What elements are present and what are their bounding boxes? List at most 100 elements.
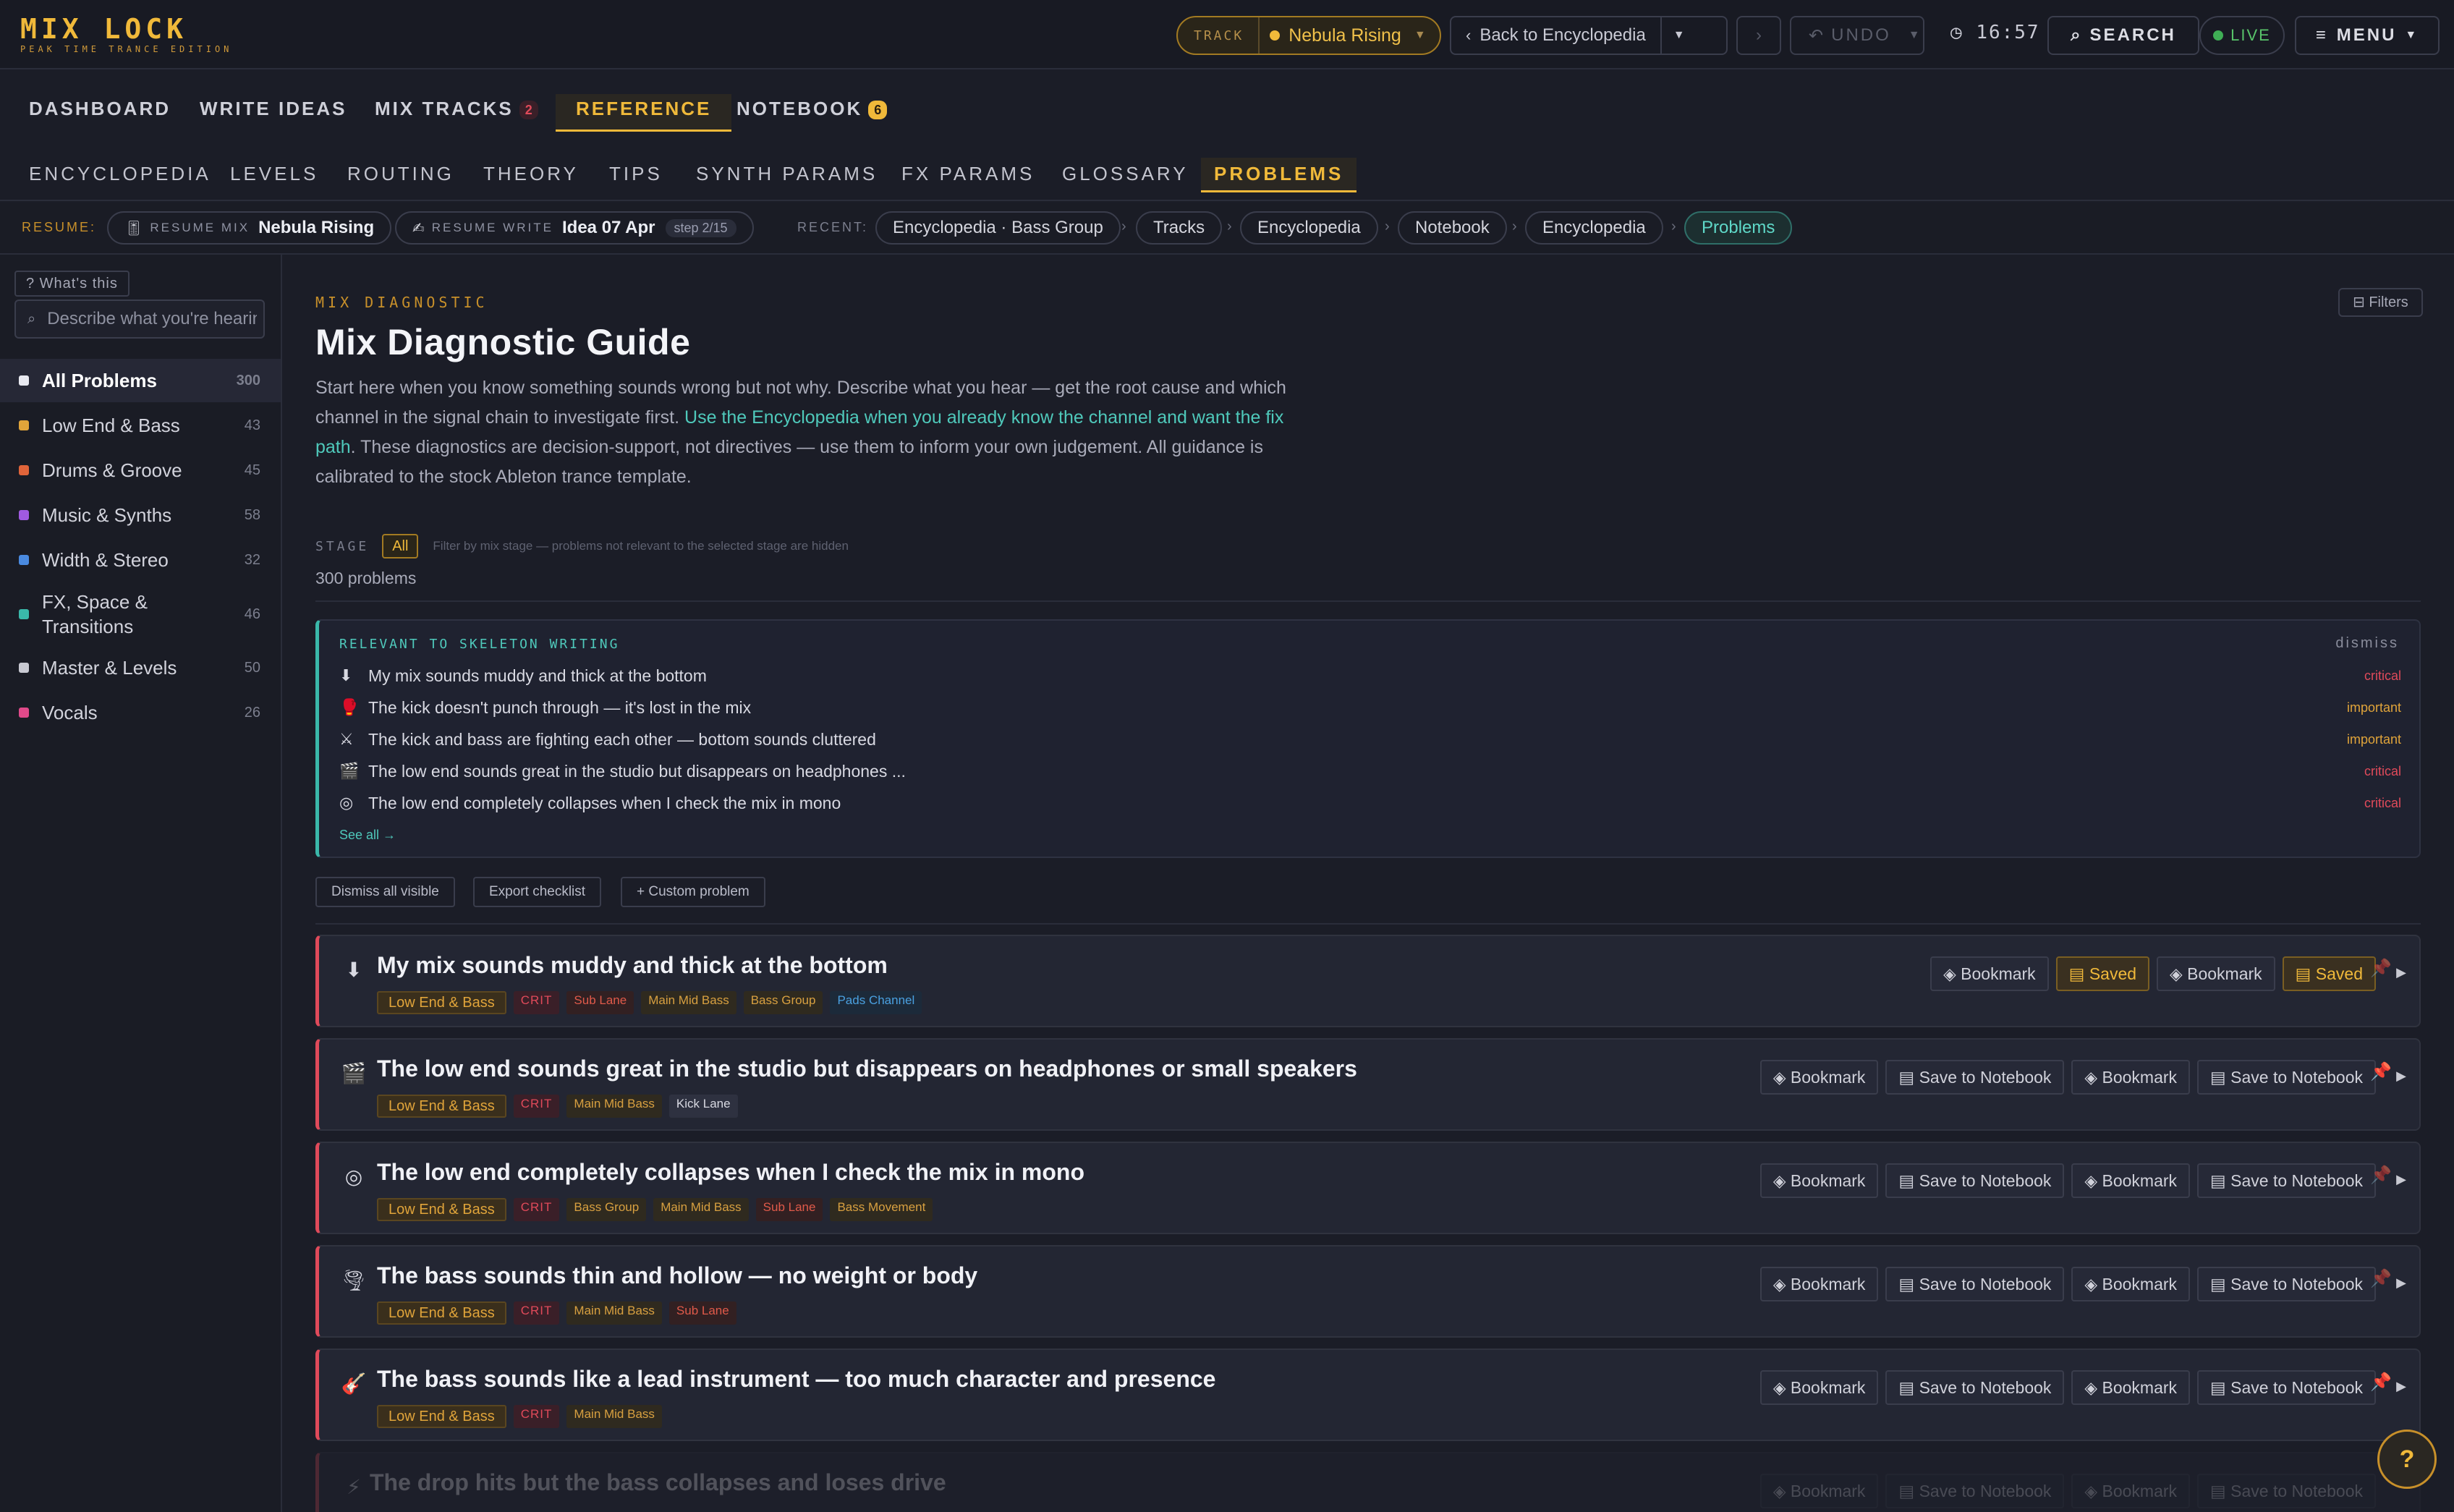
expand-arrow-icon[interactable]: ▶ [2396, 1172, 2406, 1187]
category-swatch [19, 708, 29, 718]
pin-icon[interactable]: 📌 [2370, 1372, 2392, 1393]
recent-link[interactable]: Encyclopedia · Bass Group [875, 211, 1121, 245]
live-toggle[interactable]: LIVE [2199, 16, 2285, 55]
save-to-notebook-button[interactable]: ▤ Save to Notebook [1885, 1474, 2065, 1508]
category-master-levels[interactable]: Master & Levels 50 [0, 645, 281, 690]
tab-dashboard[interactable]: DASHBOARD [29, 94, 171, 132]
subtab-synth-params[interactable]: SYNTH PARAMS [696, 158, 878, 192]
back-button[interactable]: ‹ Back to Encyclopedia ▼ [1450, 16, 1728, 55]
bookmark-button[interactable]: ◈ Bookmark [1759, 1370, 1879, 1405]
pin-icon[interactable]: 📌 [2370, 1268, 2392, 1289]
dismiss-all-button[interactable]: Dismiss all visible [315, 877, 455, 907]
relevant-item[interactable]: ⚔ The kick and bass are fighting each ot… [339, 725, 2401, 754]
save-to-notebook-button[interactable]: ▤ Save to Notebook [2197, 1474, 2376, 1508]
save-to-notebook-button[interactable]: ▤ Save to Notebook [2197, 1267, 2376, 1301]
relevant-item[interactable]: ◎ The low end completely collapses when … [339, 789, 2401, 817]
resume-write-button[interactable]: ✍ RESUME WRITE Idea 07 Apr step 2/15 [395, 211, 754, 245]
filters-button[interactable]: ⊟ Filters [2338, 288, 2423, 317]
expand-arrow-icon[interactable]: ▶ [2396, 1275, 2406, 1291]
recent-link[interactable]: Encyclopedia [1525, 211, 1663, 245]
bookmark-button[interactable]: ◈ Bookmark [1759, 1474, 1879, 1508]
relevant-heading: RELEVANT TO SKELETON WRITING [339, 637, 620, 652]
problem-card[interactable]: 🎸 The bass sounds like a lead instrument… [315, 1349, 2421, 1441]
stage-all-button[interactable]: All [382, 534, 419, 558]
save-to-notebook-button[interactable]: ▤ Save to Notebook [1885, 1060, 2065, 1095]
category-drums-groove[interactable]: Drums & Groove 45 [0, 449, 281, 492]
search-button[interactable]: ⌕ SEARCH [2047, 16, 2199, 55]
pin-icon[interactable]: 📌 [2370, 958, 2392, 979]
track-selector[interactable]: TRACK Nebula Rising ▼ [1176, 16, 1441, 55]
expand-arrow-icon[interactable]: ▶ [2396, 965, 2406, 980]
severity-tag: CRIT [513, 1198, 560, 1221]
saved-button[interactable]: ▤ Saved [2055, 956, 2150, 991]
category-width-stereo[interactable]: Width & Stereo 32 [0, 538, 281, 582]
recent-link[interactable]: Tracks [1136, 211, 1223, 245]
relevant-dismiss-button[interactable]: dismiss [2335, 635, 2399, 652]
bookmark-button[interactable]: ◈ Bookmark [2071, 1060, 2191, 1095]
recent-link[interactable]: Encyclopedia [1240, 211, 1378, 245]
save-to-notebook-button[interactable]: ▤ Save to Notebook [1885, 1267, 2065, 1301]
save-to-notebook-button[interactable]: ▤ Save to Notebook [1885, 1370, 2065, 1405]
bookmark-label: Bookmark [2102, 1275, 2178, 1294]
tab-notebook[interactable]: NOTEBOOK 6 [736, 94, 888, 132]
relevant-item[interactable]: 🥊 The kick doesn't punch through — it's … [339, 693, 2401, 722]
subtab-theory[interactable]: THEORY [483, 158, 579, 192]
recent-link-current[interactable]: Problems [1684, 211, 1793, 245]
custom-problem-button[interactable]: + Custom problem [621, 877, 765, 907]
see-all-link[interactable]: See all → [339, 828, 396, 843]
category-all-problems[interactable]: All Problems 300 [0, 359, 281, 402]
subtab-encyclopedia[interactable]: ENCYCLOPEDIA [29, 158, 211, 192]
history-dropdown-icon[interactable]: ▼ [1662, 29, 1685, 42]
bookmark-button[interactable]: ◈ Bookmark [1930, 956, 2049, 991]
expand-arrow-icon[interactable]: ▶ [2396, 1379, 2406, 1394]
problem-card[interactable]: ⚡ The drop hits but the bass collapses a… [315, 1452, 2421, 1512]
tab-write-ideas[interactable]: WRITE IDEAS [200, 94, 347, 132]
problem-card[interactable]: 🌪 The bass sounds thin and hollow — no w… [315, 1245, 2421, 1338]
undo-button[interactable]: ↶ UNDO ▼ [1790, 16, 1924, 55]
bookmark-button[interactable]: ◈ Bookmark [1759, 1163, 1879, 1198]
bookmark-button[interactable]: ◈ Bookmark [1759, 1267, 1879, 1301]
help-lock-button[interactable]: ? [2377, 1430, 2437, 1489]
subtab-problems[interactable]: PROBLEMS [1201, 158, 1357, 192]
forward-button[interactable]: › [1736, 16, 1781, 55]
save-to-notebook-button[interactable]: ▤ Save to Notebook [2197, 1370, 2376, 1405]
tab-reference[interactable]: REFERENCE [556, 94, 732, 132]
category-low-end-bass[interactable]: Low End & Bass 43 [0, 404, 281, 447]
bookmark-button[interactable]: ◈ Bookmark [2157, 956, 2275, 991]
export-checklist-button[interactable]: Export checklist [473, 877, 602, 907]
subtab-routing[interactable]: ROUTING [347, 158, 454, 192]
category-music-synths[interactable]: Music & Synths 58 [0, 493, 281, 537]
category-vocals[interactable]: Vocals 26 [0, 690, 281, 735]
bookmark-button[interactable]: ◈ Bookmark [1759, 1060, 1879, 1095]
pin-icon[interactable]: 📌 [2370, 1061, 2392, 1082]
bookmark-button[interactable]: ◈ Bookmark [2071, 1163, 2191, 1198]
relevant-item[interactable]: ⬇ My mix sounds muddy and thick at the b… [339, 661, 2401, 690]
bookmark-button[interactable]: ◈ Bookmark [2071, 1474, 2191, 1508]
category-fx-space-transitions[interactable]: FX, Space & Transitions 46 [0, 583, 281, 645]
resume-mix-button[interactable]: 🎚 RESUME MIX Nebula Rising [107, 211, 392, 245]
app-logo[interactable]: MIX LOCK PEAK TIME TRANCE EDITION [20, 14, 232, 55]
bookmark-icon: ◈ [2084, 1378, 2102, 1397]
saved-button[interactable]: ▤ Saved [2282, 956, 2376, 991]
save-to-notebook-button[interactable]: ▤ Save to Notebook [1885, 1163, 2065, 1198]
subtab-fx-params[interactable]: FX PARAMS [901, 158, 1035, 192]
pin-icon[interactable]: 📌 [2370, 1165, 2392, 1186]
problem-search-input[interactable] [47, 309, 258, 329]
subtab-tips[interactable]: TIPS [609, 158, 663, 192]
recent-link[interactable]: Notebook [1398, 211, 1507, 245]
tab-mix-tracks[interactable]: MIX TRACKS 2 [375, 94, 538, 132]
problem-card[interactable]: 🎬 The low end sounds great in the studio… [315, 1038, 2421, 1131]
relevant-item[interactable]: 🎬 The low end sounds great in the studio… [339, 757, 2401, 786]
save-to-notebook-button[interactable]: ▤ Save to Notebook [2197, 1163, 2376, 1198]
problem-search-box[interactable]: ⌕ [14, 300, 265, 339]
problem-card[interactable]: ◎ The low end completely collapses when … [315, 1142, 2421, 1234]
subtab-levels[interactable]: LEVELS [230, 158, 318, 192]
bookmark-button[interactable]: ◈ Bookmark [2071, 1267, 2191, 1301]
bookmark-button[interactable]: ◈ Bookmark [2071, 1370, 2191, 1405]
whats-this-button[interactable]: ? What's this [14, 271, 130, 297]
save-to-notebook-button[interactable]: ▤ Save to Notebook [2197, 1060, 2376, 1095]
menu-button[interactable]: ≡ MENU ▼ [2295, 16, 2440, 55]
problem-card[interactable]: ⬇ My mix sounds muddy and thick at the b… [315, 935, 2421, 1027]
subtab-glossary[interactable]: GLOSSARY [1062, 158, 1189, 192]
expand-arrow-icon[interactable]: ▶ [2396, 1069, 2406, 1084]
